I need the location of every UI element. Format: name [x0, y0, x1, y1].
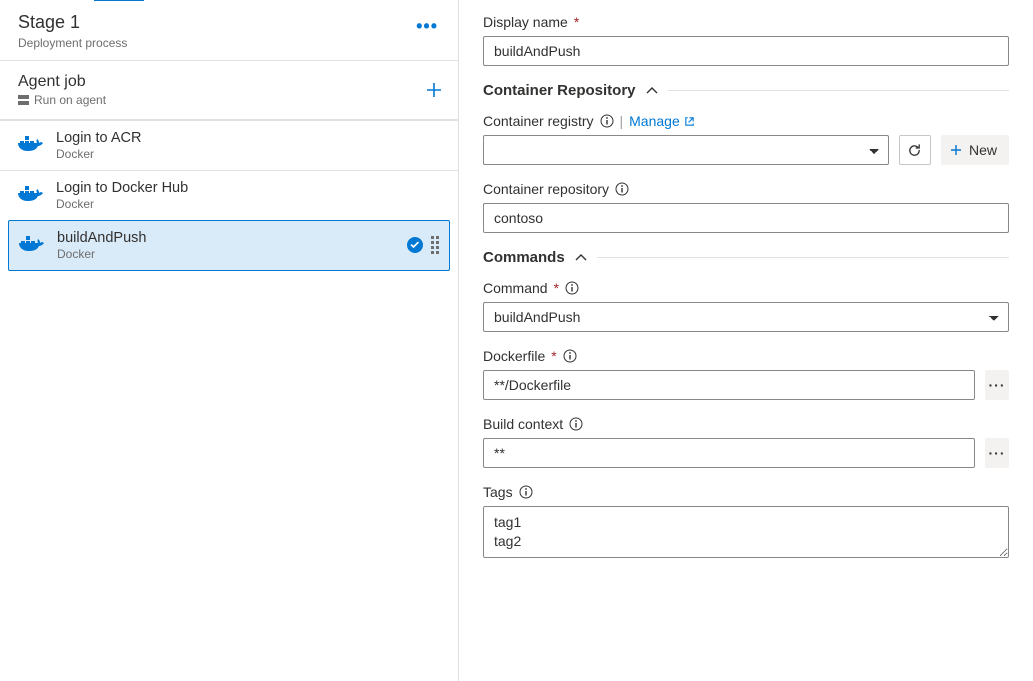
dockerfile-label: Dockerfile [483, 348, 545, 364]
task-title: buildAndPush [57, 230, 395, 246]
build-context-input[interactable] [483, 438, 975, 468]
drag-handle-icon[interactable] [431, 236, 439, 254]
container-repository-label: Container repository [483, 181, 609, 197]
external-link-icon [684, 116, 695, 127]
agent-job-header[interactable]: Agent job Run on agent [0, 61, 458, 120]
stage-subtitle: Deployment process [18, 36, 127, 50]
docker-icon [18, 184, 44, 206]
details-panel: Display name * Container Repository Cont… [459, 0, 1033, 681]
task-subtitle: Docker [57, 247, 395, 261]
build-context-label: Build context [483, 416, 563, 432]
required-marker: * [574, 14, 579, 30]
container-repository-input[interactable] [483, 203, 1009, 233]
info-icon[interactable] [615, 182, 629, 196]
command-select[interactable]: buildAndPush [483, 302, 1009, 332]
section-commands[interactable]: Commands [483, 249, 565, 266]
docker-icon [19, 234, 45, 256]
stage-title: Stage 1 [18, 12, 127, 34]
active-tab-indicator [94, 0, 144, 1]
info-icon[interactable] [569, 417, 583, 431]
task-title: Login to Docker Hub [56, 180, 448, 196]
left-panel: Stage 1 Deployment process ••• Agent job… [0, 0, 459, 681]
tags-label: Tags [483, 484, 513, 500]
dockerfile-input[interactable] [483, 370, 975, 400]
pipe-divider: | [620, 113, 624, 129]
browse-dockerfile-button[interactable]: ··· [985, 370, 1009, 400]
info-icon[interactable] [565, 281, 579, 295]
new-registry-button[interactable]: New [941, 135, 1009, 165]
info-icon[interactable] [519, 485, 533, 499]
refresh-icon [907, 143, 922, 158]
plus-icon [949, 143, 963, 157]
task-login-dockerhub[interactable]: Login to Docker Hub Docker [0, 170, 458, 220]
task-subtitle: Docker [56, 197, 448, 211]
required-marker: * [554, 280, 559, 296]
chevron-up-icon[interactable] [575, 252, 587, 264]
container-registry-label: Container registry [483, 113, 594, 129]
task-title: Login to ACR [56, 130, 448, 146]
agent-job-title: Agent job [18, 73, 106, 91]
agent-job-subtitle: Run on agent [34, 93, 106, 107]
section-container-repository[interactable]: Container Repository [483, 82, 636, 99]
info-icon[interactable] [600, 114, 614, 128]
tags-textarea[interactable] [483, 506, 1009, 558]
browse-build-context-button[interactable]: ··· [985, 438, 1009, 468]
check-circle-icon [407, 237, 423, 253]
docker-icon [18, 134, 44, 156]
task-subtitle: Docker [56, 147, 448, 161]
manage-link[interactable]: Manage [629, 113, 695, 129]
required-marker: * [551, 348, 556, 364]
container-registry-select[interactable] [483, 135, 889, 165]
task-buildandpush[interactable]: buildAndPush Docker [8, 220, 450, 271]
info-icon[interactable] [563, 349, 577, 363]
task-list: Login to ACR Docker Login to Docker Hub … [0, 120, 458, 271]
chevron-up-icon[interactable] [646, 85, 658, 97]
task-login-acr[interactable]: Login to ACR Docker [0, 120, 458, 170]
refresh-button[interactable] [899, 135, 931, 165]
command-label: Command [483, 280, 548, 296]
stage-more-button[interactable]: ••• [412, 12, 442, 41]
add-task-button[interactable] [424, 80, 444, 100]
display-name-label: Display name [483, 14, 568, 30]
stage-header: Stage 1 Deployment process ••• [0, 0, 458, 61]
server-icon [18, 95, 29, 105]
display-name-input[interactable] [483, 36, 1009, 66]
